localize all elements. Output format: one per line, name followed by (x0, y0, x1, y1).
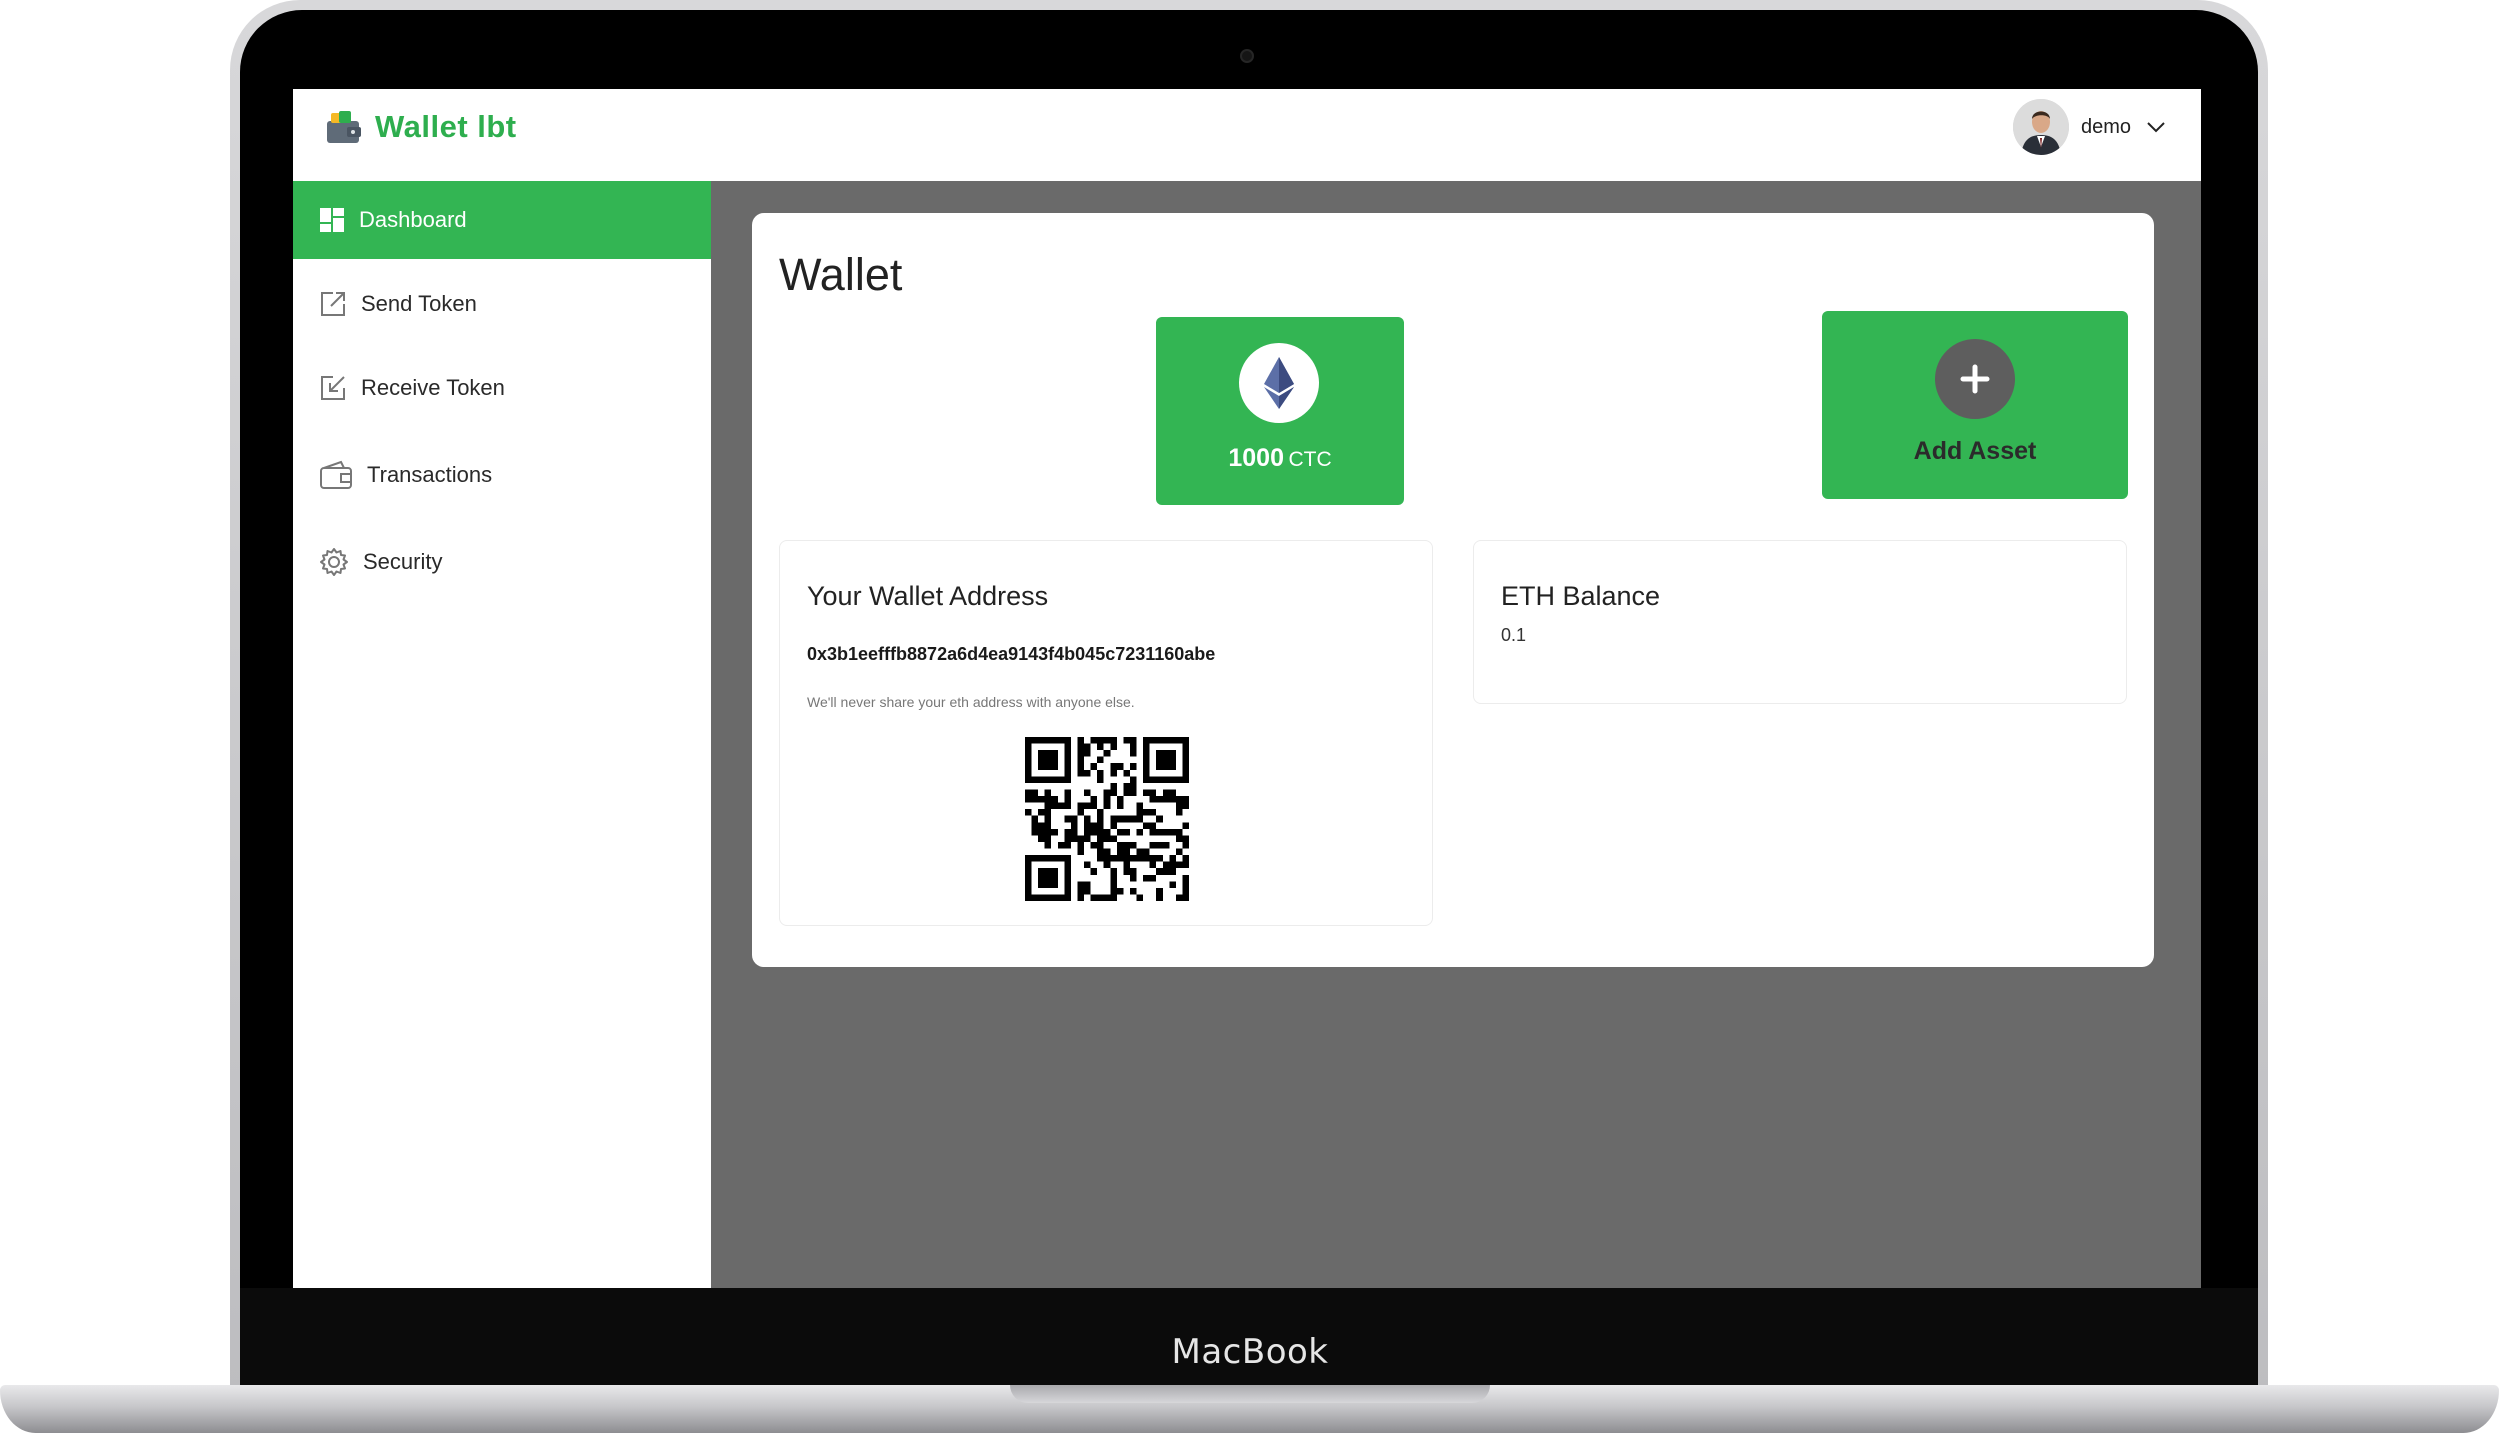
wallet-logo-icon (327, 111, 361, 143)
wallet-address-note: We'll never share your eth address with … (807, 694, 1135, 710)
device-brand-label: MacBook (1171, 1332, 1329, 1372)
sidebar: Dashboard Send Token Receive Token Trans… (293, 181, 711, 1288)
plus-icon (1960, 364, 1990, 394)
token-balance-tile[interactable]: 1000 CTC (1156, 317, 1404, 505)
wallet-address-title: Your Wallet Address (807, 581, 1049, 611)
add-asset-button[interactable]: Add Asset (1822, 311, 2128, 499)
app-title: Wallet lbt (375, 109, 517, 144)
laptop-notch (1010, 1385, 1490, 1403)
token-icon-circle (1239, 343, 1319, 423)
eth-balance-value: 0.1 (1501, 625, 1527, 645)
app-logo[interactable]: Wallet lbt (325, 109, 517, 145)
sidebar-item-send-token[interactable]: Send Token (293, 265, 711, 343)
add-asset-label: Add Asset (1913, 437, 2037, 465)
wallet-panel: Wallet 1000 CTC Add Asset Your Wallet Ad… (752, 213, 2154, 967)
top-bar: Wallet lbt demo (293, 89, 2201, 181)
eth-balance-card: ETH Balance 0.1 (1473, 540, 2127, 704)
chevron-down-icon[interactable] (2145, 116, 2167, 138)
gear-icon (320, 548, 348, 576)
sidebar-item-receive-token[interactable]: Receive Token (293, 349, 711, 427)
user-menu[interactable]: demo (2012, 99, 2167, 155)
wallet-qr-code (1025, 737, 1189, 901)
sidebar-item-label: Transactions (367, 462, 493, 487)
add-asset-circle (1935, 339, 2015, 419)
dashboard-icon (320, 208, 344, 232)
sidebar-item-label: Security (363, 549, 443, 574)
user-name: demo (2080, 115, 2131, 138)
sidebar-item-security[interactable]: Security (293, 523, 711, 601)
eth-balance-title: ETH Balance (1501, 581, 1661, 611)
sidebar-item-label: Receive Token (361, 375, 505, 400)
wallet-address-value[interactable]: 0x3b1eefffb8872a6d4ea9143f4b045c7231160a… (807, 644, 1215, 665)
sidebar-item-dashboard[interactable]: Dashboard (293, 181, 711, 259)
sidebar-item-transactions[interactable]: Transactions (293, 436, 711, 514)
sidebar-item-label: Send Token (361, 291, 477, 316)
token-balance: 1000 CTC (1156, 444, 1404, 473)
avatar[interactable] (2012, 99, 2069, 155)
camera (1240, 49, 1254, 63)
token-unit: CTC (1288, 448, 1332, 471)
sidebar-item-label: Dashboard (359, 207, 467, 232)
avatar-image (2012, 99, 2069, 155)
screen: Wallet lbt demo Dashboard Send Token Rec… (293, 89, 2201, 1288)
token-amount: 1000 (1228, 444, 1284, 472)
wallet-icon (320, 460, 352, 489)
send-icon (321, 292, 345, 316)
ethereum-icon (1264, 357, 1294, 409)
page-title: Wallet (779, 249, 903, 300)
wallet-address-card: Your Wallet Address 0x3b1eefffb8872a6d4e… (779, 540, 1433, 926)
receive-icon (321, 376, 345, 400)
